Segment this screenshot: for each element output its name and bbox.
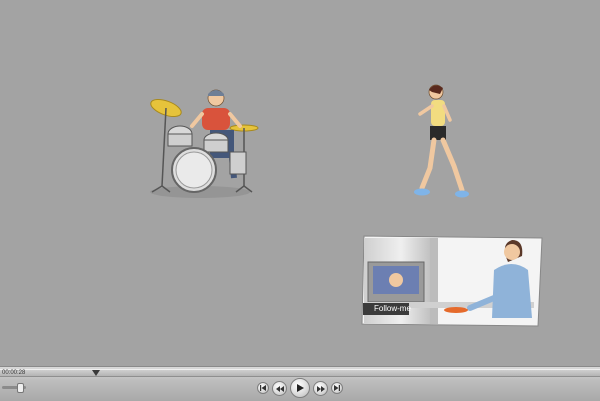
runner-clip[interactable] (410, 80, 476, 205)
player-control-bar: 00:00:28 (0, 366, 600, 401)
rewind-button[interactable] (272, 381, 287, 396)
follow-me-video-clip[interactable]: Follow-me (360, 234, 544, 328)
video-frame (361, 235, 543, 327)
rewind-icon (275, 385, 284, 392)
skip-to-start-icon (260, 385, 266, 391)
playhead-marker[interactable] (92, 370, 100, 376)
play-icon (297, 384, 304, 392)
play-button[interactable] (290, 378, 310, 398)
runner-illustration (414, 84, 469, 198)
canvas-stage: Follow-me (0, 0, 600, 366)
timeline-track[interactable] (0, 369, 600, 377)
skip-to-end-icon (334, 385, 340, 391)
drummer-illustration (150, 89, 259, 198)
skip-to-start-button[interactable] (257, 382, 269, 394)
drummer-clip[interactable] (140, 86, 264, 202)
fast-forward-button[interactable] (313, 381, 328, 396)
time-readout: 00:00:28 (2, 370, 26, 376)
video-clip-label: Follow-me (374, 304, 411, 313)
fast-forward-icon (316, 385, 325, 392)
volume-slider[interactable] (2, 383, 26, 393)
skip-to-end-button[interactable] (331, 382, 343, 394)
volume-knob[interactable] (17, 383, 24, 393)
transport-controls (253, 378, 347, 400)
